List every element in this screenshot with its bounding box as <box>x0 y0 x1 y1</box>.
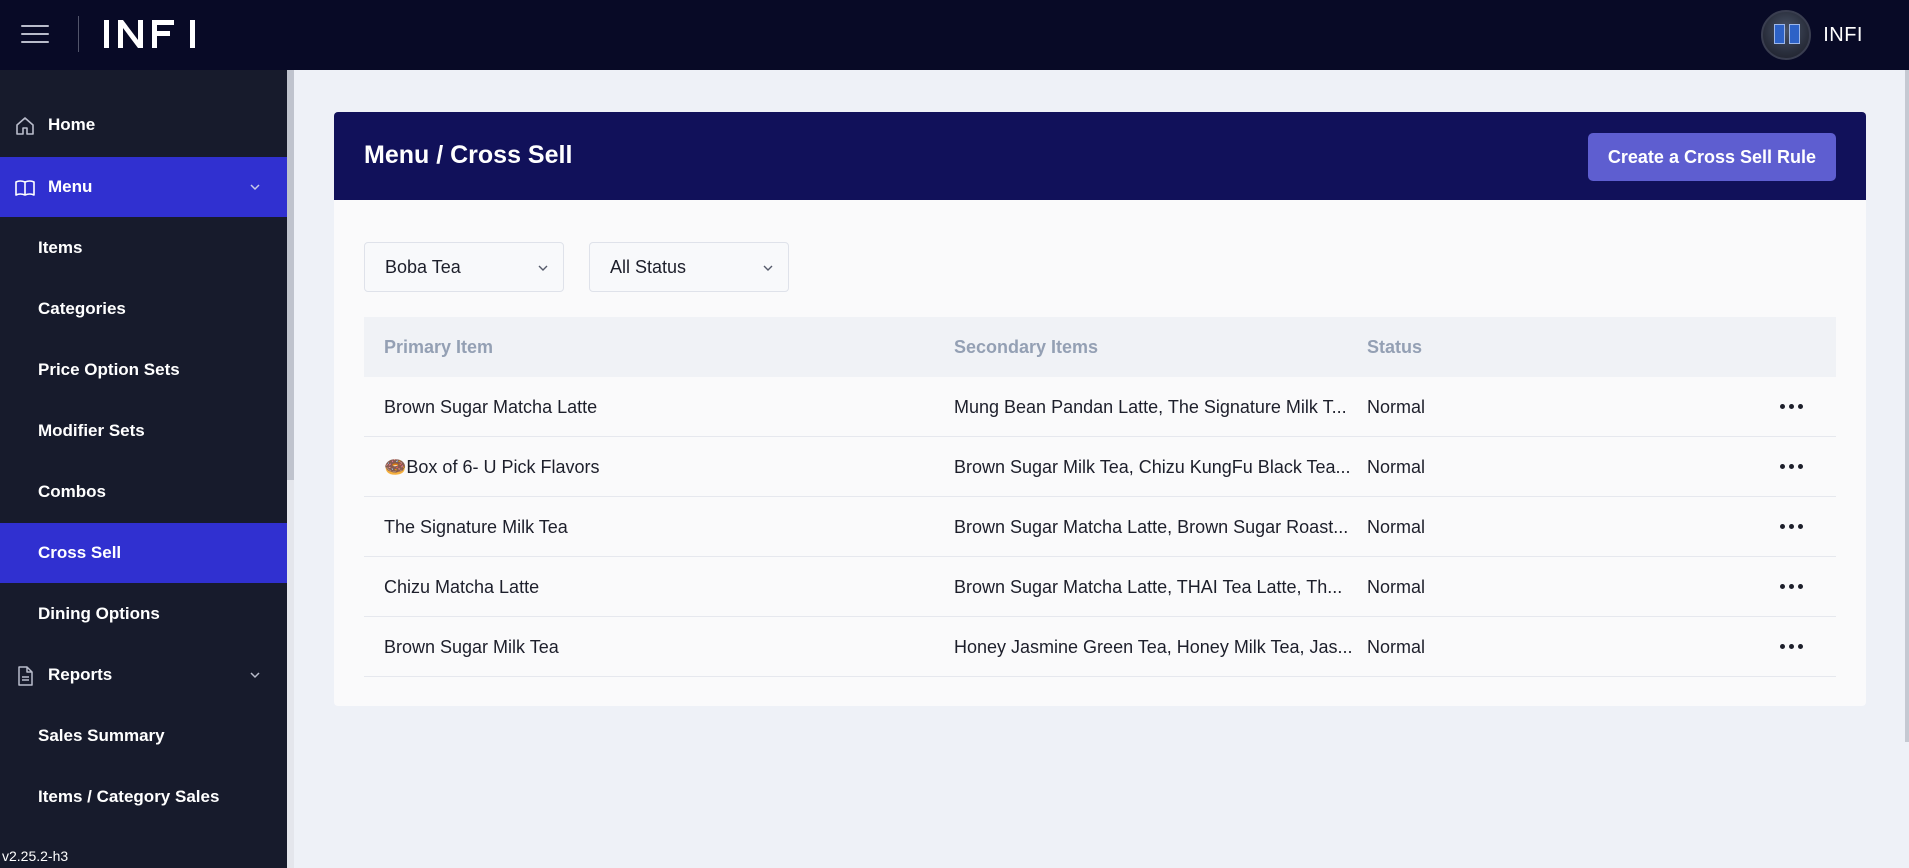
cross-sell-card: Menu / Cross Sell Create a Cross Sell Ru… <box>334 112 1866 706</box>
sidebar-scrollbar-thumb[interactable] <box>287 70 294 480</box>
status-cell: Normal <box>1367 577 1426 597</box>
sidebar-item-dining-options[interactable]: Dining Options <box>0 584 287 644</box>
sidebar-item-label: Combos <box>38 482 106 501</box>
page-scrollbar[interactable] <box>1905 70 1909 742</box>
primary-item-cell: Chizu Matcha Latte <box>384 577 540 597</box>
infi-logo[interactable] <box>104 18 200 50</box>
sidebar-item-sales-summary[interactable]: Sales Summary <box>0 706 287 766</box>
primary-item-cell: 🍩Box of 6- U Pick Flavors <box>384 457 600 477</box>
more-options-icon[interactable] <box>1780 399 1804 415</box>
status-cell: Normal <box>1367 457 1426 477</box>
sidebar-item-label: Cross Sell <box>38 543 122 562</box>
table-header: Primary Item Secondary Items Status <box>364 317 1836 377</box>
primary-item-cell: The Signature Milk Tea <box>384 517 568 537</box>
chevron-down-icon <box>250 184 260 191</box>
sidebar-scrollbar[interactable] <box>287 70 294 868</box>
user-name: INFI <box>1823 23 1863 46</box>
cross-sell-table: Primary Item Secondary Items Status Brow… <box>364 317 1836 677</box>
status-cell: Normal <box>1367 517 1426 537</box>
sidebar-item-items-category-sales[interactable]: Items / Category Sales <box>0 767 287 827</box>
sidebar-item-cross-sell[interactable]: Cross Sell <box>0 523 287 583</box>
more-options-icon[interactable] <box>1780 639 1804 655</box>
primary-item-cell: Brown Sugar Milk Tea <box>384 637 559 657</box>
table-row[interactable]: Chizu Matcha Latte Brown Sugar Matcha La… <box>364 557 1836 617</box>
more-options-icon[interactable] <box>1780 459 1804 475</box>
sidebar-item-label: Items <box>38 238 83 257</box>
sidebar-item-label: Sales Summary <box>38 726 165 745</box>
sidebar-item-categories[interactable]: Categories <box>0 279 287 339</box>
sidebar-item-reports[interactable]: Reports <box>0 645 287 705</box>
more-options-icon[interactable] <box>1780 519 1804 535</box>
hamburger-menu-icon[interactable] <box>21 24 49 44</box>
secondary-items-cell: Brown Sugar Matcha Latte, Brown Sugar Ro… <box>954 517 1349 537</box>
secondary-items-cell: Brown Sugar Milk Tea, Chizu KungFu Black… <box>954 457 1351 477</box>
secondary-items-cell: Mung Bean Pandan Latte, The Signature Mi… <box>954 397 1347 417</box>
column-header-status: Status <box>1367 337 1423 357</box>
table-row[interactable]: The Signature Milk Tea Brown Sugar Match… <box>364 497 1836 557</box>
status-cell: Normal <box>1367 637 1426 657</box>
sidebar-item-label: Reports <box>48 665 113 684</box>
book-icon <box>15 180 35 196</box>
sidebar-item-price-option-sets[interactable]: Price Option Sets <box>0 340 287 400</box>
primary-item-cell: Brown Sugar Matcha Latte <box>384 397 598 417</box>
create-cross-sell-rule-button[interactable]: Create a Cross Sell Rule <box>1587 133 1836 181</box>
table-row[interactable]: 🍩Box of 6- U Pick Flavors Brown Sugar Mi… <box>364 437 1836 497</box>
secondary-items-cell: Brown Sugar Matcha Latte, THAI Tea Latte… <box>954 577 1343 597</box>
table-row[interactable]: Brown Sugar Milk Tea Honey Jasmine Green… <box>364 617 1836 677</box>
user-menu[interactable]: INFI <box>1761 9 1863 61</box>
sidebar-item-combos[interactable]: Combos <box>0 462 287 522</box>
sidebar: Home Menu Items Categories Price Option … <box>0 70 287 868</box>
category-filter-select[interactable]: Boba Tea <box>364 242 564 292</box>
secondary-items-cell: Honey Jasmine Green Tea, Honey Milk Tea,… <box>954 637 1353 657</box>
sidebar-item-label: Home <box>48 115 96 134</box>
sidebar-item-label: Modifier Sets <box>38 421 145 440</box>
sidebar-item-label: Categories <box>38 299 126 318</box>
column-header-secondary-items: Secondary Items <box>954 337 1099 357</box>
avatar <box>1761 10 1812 60</box>
sidebar-item-label: Items / Category Sales <box>38 787 220 806</box>
version-label: v2.25.2-h3 <box>2 848 69 864</box>
chevron-down-icon <box>538 265 548 271</box>
sidebar-item-home[interactable]: Home <box>0 95 287 155</box>
chevron-down-icon <box>250 672 260 679</box>
column-header-primary-item: Primary Item <box>384 337 494 357</box>
sidebar-item-label: Price Option Sets <box>38 360 180 379</box>
page-title: Menu / Cross Sell <box>364 141 573 169</box>
sidebar-item-modifier-sets[interactable]: Modifier Sets <box>0 401 287 461</box>
category-filter-value: Boba Tea <box>385 256 461 277</box>
status-filter-select[interactable]: All Status <box>589 242 789 292</box>
sidebar-item-label: Menu <box>48 177 93 196</box>
top-bar: INFI <box>0 0 1909 70</box>
sidebar-item-items[interactable]: Items <box>0 218 287 278</box>
sidebar-item-menu[interactable]: Menu <box>0 157 287 217</box>
home-icon <box>16 117 34 135</box>
card-header: Menu / Cross Sell Create a Cross Sell Ru… <box>334 112 1866 200</box>
chevron-down-icon <box>763 265 773 271</box>
more-options-icon[interactable] <box>1780 579 1804 595</box>
document-icon <box>18 666 33 686</box>
status-cell: Normal <box>1367 397 1426 417</box>
status-filter-value: All Status <box>610 256 687 277</box>
topbar-divider <box>78 16 79 52</box>
table-row[interactable]: Brown Sugar Matcha Latte Mung Bean Panda… <box>364 377 1836 437</box>
sidebar-item-label: Dining Options <box>38 604 160 623</box>
